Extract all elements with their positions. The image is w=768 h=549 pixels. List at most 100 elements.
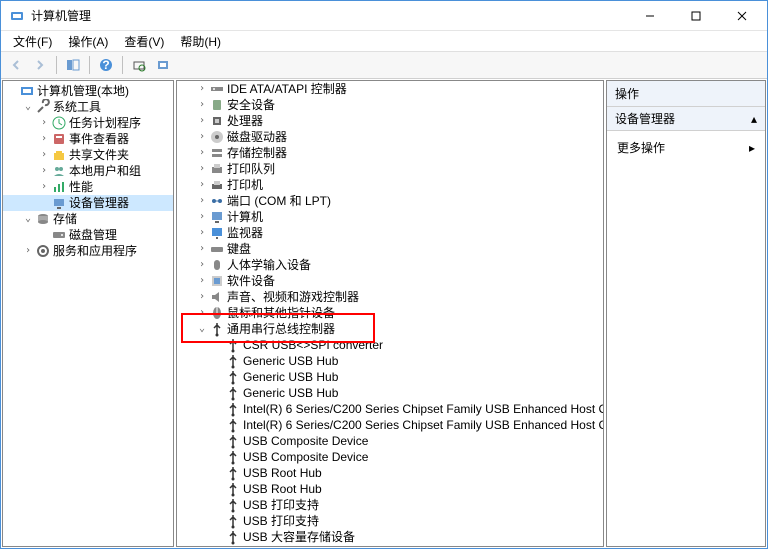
tree-node[interactable]: ›安全设备 [176,97,604,113]
minimize-button[interactable] [627,2,673,30]
tree-node[interactable]: ›键盘 [176,241,604,257]
forward-button[interactable] [29,54,51,76]
expand-icon[interactable]: › [37,164,51,178]
more-actions-link[interactable]: 更多操作 ▸ [617,137,755,158]
tree-node[interactable]: ·USB Composite Device [176,433,604,449]
task-icon [51,115,67,131]
tree-label: 磁盘管理 [69,227,117,243]
tree-label: 通用串行总线控制器 [227,321,335,337]
collapse-icon[interactable]: ⌄ [195,322,209,336]
tree-label: 共享文件夹 [69,147,129,163]
tree-node[interactable]: ›图像设备 [176,545,604,547]
kbd-icon [209,241,225,257]
tree-node[interactable]: ·Generic USB Hub [176,385,604,401]
expand-icon[interactable]: › [195,274,209,288]
center-pane[interactable]: ›IDE ATA/ATAPI 控制器›安全设备›处理器›磁盘驱动器›存储控制器›… [176,80,604,547]
back-button[interactable] [5,54,27,76]
tree-node[interactable]: ›本地用户和组 [3,163,173,179]
collapse-icon[interactable]: ⌄ [21,212,35,226]
tree-node[interactable]: ·磁盘管理 [3,227,173,243]
tree-node[interactable]: ›任务计划程序 [3,115,173,131]
tree-node[interactable]: ⌄ 通用串行总线控制器 [176,321,604,337]
usb-icon [225,513,241,529]
expand-icon[interactable]: › [195,146,209,160]
expand-icon[interactable]: › [195,162,209,176]
tree-node[interactable]: ›存储控制器 [176,145,604,161]
help-button[interactable]: ? [95,54,117,76]
expand-icon[interactable]: › [195,546,209,547]
expand-icon[interactable]: › [195,98,209,112]
tree-node[interactable]: › IDE ATA/ATAPI 控制器 [176,81,604,97]
expand-icon[interactable]: › [195,258,209,272]
tree-node[interactable]: ·设备管理器 [3,195,173,211]
tree-label: USB 打印支持 [243,497,319,513]
expand-icon[interactable]: › [195,194,209,208]
expand-icon[interactable]: › [195,210,209,224]
expand-icon[interactable]: › [37,180,51,194]
tree-node[interactable]: ·USB 大容量存储设备 [176,529,604,545]
close-button[interactable] [719,2,765,30]
expand-icon[interactable]: › [37,132,51,146]
hid-icon [209,257,225,273]
expand-icon[interactable]: › [195,306,209,320]
tree-node[interactable]: ›打印队列 [176,161,604,177]
app-icon [9,8,25,24]
expand-icon[interactable]: › [195,226,209,240]
tree-node[interactable]: ·Generic USB Hub [176,369,604,385]
share-icon [51,147,67,163]
left-pane[interactable]: ·计算机管理(本地)⌄系统工具›任务计划程序›事件查看器›共享文件夹›本地用户和… [2,80,174,547]
tree-node[interactable]: ·CSR USB<>SPI converter [176,337,604,353]
menu-action[interactable]: 操作(A) [60,31,116,52]
tree-node[interactable]: ·USB 打印支持 [176,513,604,529]
tree-label: IDE ATA/ATAPI 控制器 [227,81,347,97]
tree-node[interactable]: ·计算机管理(本地) [3,83,173,99]
tree-node[interactable]: ›监视器 [176,225,604,241]
expand-icon[interactable]: › [195,178,209,192]
tree-node[interactable]: ·USB Composite Device [176,449,604,465]
tree-node[interactable]: ›声音、视频和游戏控制器 [176,289,604,305]
window-title: 计算机管理 [31,7,627,24]
tree-node[interactable]: ·Intel(R) 6 Series/C200 Series Chipset F… [176,401,604,417]
tree-node[interactable]: ·Intel(R) 6 Series/C200 Series Chipset F… [176,417,604,433]
tree-node[interactable]: ›处理器 [176,113,604,129]
tree-node[interactable]: ›打印机 [176,177,604,193]
tree-node[interactable]: ›端口 (COM 和 LPT) [176,193,604,209]
menu-help[interactable]: 帮助(H) [172,31,229,52]
expand-icon[interactable]: › [37,148,51,162]
tree-node[interactable]: ·USB 打印支持 [176,497,604,513]
tree-node[interactable]: ›计算机 [176,209,604,225]
tree-node[interactable]: ·USB Root Hub [176,465,604,481]
tree-node[interactable]: ›软件设备 [176,273,604,289]
tree-node[interactable]: › 共享文件夹 [3,147,173,163]
devices-button[interactable] [152,54,174,76]
tree-node[interactable]: ›性能 [3,179,173,195]
expand-icon[interactable]: › [195,130,209,144]
expand-icon[interactable]: › [37,116,51,130]
tree-label: 设备管理器 [69,195,129,211]
menu-view[interactable]: 查看(V) [116,31,172,52]
expand-icon[interactable]: › [21,244,35,258]
tree-node[interactable]: ›事件查看器 [3,131,173,147]
tree-node[interactable]: ›人体学输入设备 [176,257,604,273]
expand-icon[interactable]: › [195,242,209,256]
tree-node[interactable]: ·USB Root Hub [176,481,604,497]
maximize-button[interactable] [673,2,719,30]
tree-node[interactable]: ›服务和应用程序 [3,243,173,259]
tree-node[interactable]: ›鼠标和其他指针设备 [176,305,604,321]
tree-node[interactable]: ⌄系统工具 [3,99,173,115]
expand-icon[interactable]: › [195,114,209,128]
show-hide-tree-button[interactable] [62,54,84,76]
tree-label: USB Composite Device [243,449,368,465]
collapse-icon[interactable]: ⌄ [21,100,35,114]
menu-file[interactable]: 文件(F) [5,31,60,52]
tree-node[interactable]: ⌄存储 [3,211,173,227]
tree-node[interactable]: ·Generic USB Hub [176,353,604,369]
perf-icon [51,179,67,195]
tree-label: USB Root Hub [243,465,322,481]
actions-header: 操作 [607,81,765,107]
expand-icon[interactable]: › [195,290,209,304]
actions-section[interactable]: 设备管理器 ▴ [607,107,765,131]
tree-node[interactable]: ›磁盘驱动器 [176,129,604,145]
expand-icon[interactable]: › [195,82,209,96]
scan-button[interactable] [128,54,150,76]
